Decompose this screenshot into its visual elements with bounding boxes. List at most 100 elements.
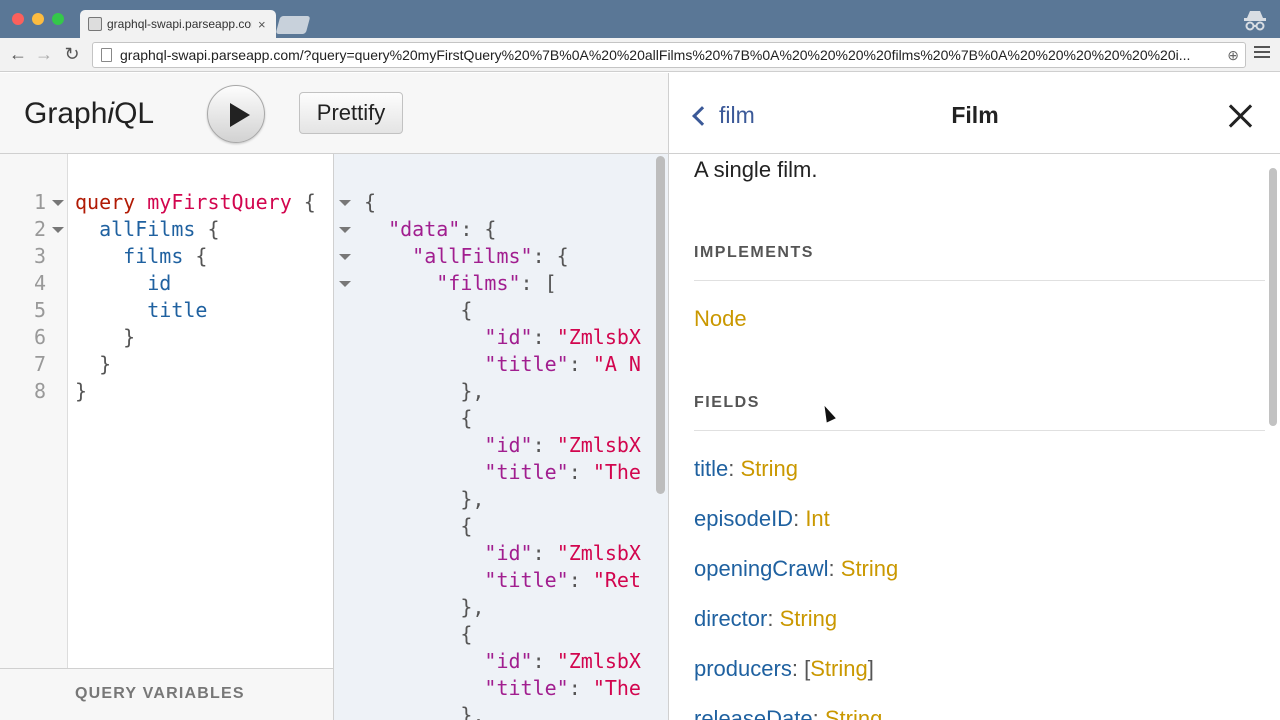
fold-arrow-icon[interactable] [339, 227, 351, 233]
code-text: "id": "ZmlsbX [364, 432, 641, 459]
fold-arrow-icon[interactable] [339, 254, 351, 260]
line-number: 1 [33, 190, 46, 214]
field-name-link[interactable]: producers [694, 656, 792, 681]
code-token: id [147, 271, 172, 295]
field-type-link[interactable]: String [841, 556, 898, 581]
field-item: releaseDate: String [694, 706, 882, 720]
code-text: query myFirstQuery { [75, 189, 316, 216]
result-viewer[interactable]: { "data": { "allFilms": { "films": [ { "… [334, 154, 668, 720]
code-text: "allFilms": { [364, 243, 569, 270]
back-arrow-icon[interactable]: ← [8, 44, 28, 65]
divider [694, 430, 1265, 431]
code-token: { [364, 514, 473, 538]
code-token: { [183, 244, 208, 268]
query-variables-bar[interactable]: QUERY VARIABLES [0, 668, 333, 720]
code-text: } [75, 378, 87, 405]
code-token: : { [460, 217, 497, 241]
type-description: A single film. [694, 157, 818, 182]
code-token: "A N [592, 352, 641, 376]
url-text[interactable]: graphql-swapi.parseapp.com/?query=query%… [120, 47, 1215, 63]
field-colon: : [812, 706, 825, 720]
field-name-link[interactable]: episodeID [694, 506, 793, 531]
code-text: "id": "ZmlsbX [364, 324, 641, 351]
code-token: { [291, 190, 316, 214]
code-token: "ZmlsbX [556, 325, 641, 349]
fold-arrow-icon[interactable] [52, 200, 64, 206]
fold-arrow-icon[interactable] [52, 227, 64, 233]
fold-arrow-icon[interactable] [339, 200, 351, 206]
browser-tab[interactable]: graphql-swapi.parseapp.com × [80, 10, 276, 38]
minimize-window-button[interactable] [32, 13, 44, 25]
code-token: : [532, 541, 557, 565]
code-token: "id" [484, 541, 533, 565]
code-text: } [75, 324, 135, 351]
prettify-button[interactable]: Prettify [299, 92, 403, 134]
forward-arrow-icon[interactable]: → [34, 44, 54, 65]
divider [694, 280, 1265, 281]
code-token: "id" [484, 325, 533, 349]
code-token: { [364, 622, 473, 646]
code-token: : { [532, 244, 569, 268]
implements-link-node[interactable]: Node [694, 306, 747, 332]
close-icon[interactable] [1227, 103, 1253, 129]
doc-scrollbar[interactable] [1269, 168, 1277, 426]
code-token: allFilms [99, 217, 196, 241]
field-type-link[interactable]: String [825, 706, 882, 720]
tab-close-icon[interactable]: × [258, 17, 266, 32]
code-text: "title": "A N [364, 351, 641, 378]
favicon-icon [88, 17, 102, 31]
code-token: "data" [388, 217, 461, 241]
execute-query-button[interactable] [207, 85, 265, 143]
code-text: }, [364, 378, 484, 405]
query-editor[interactable]: 1 query myFirstQuery {2 allFilms {3 films… [0, 154, 334, 720]
line-number: 5 [33, 298, 46, 322]
implements-heading: IMPLEMENTS [694, 244, 814, 261]
field-name-link[interactable]: title [694, 456, 728, 481]
code-text: title [75, 297, 207, 324]
doc-back-button[interactable]: film [691, 102, 755, 129]
result-scrollbar[interactable] [656, 156, 665, 494]
field-item: producers: [String] [694, 656, 874, 682]
code-token: { [195, 217, 220, 241]
code-token: }, [364, 487, 485, 511]
tab-title: graphql-swapi.parseapp.com [107, 17, 252, 31]
code-token: : [532, 649, 557, 673]
field-colon: : [791, 656, 805, 681]
code-token: : [532, 433, 557, 457]
new-tab-button[interactable] [275, 16, 311, 34]
code-token: : [ [520, 271, 557, 295]
browser-menu-icon[interactable] [1254, 46, 1270, 60]
field-name-link[interactable]: releaseDate [694, 706, 813, 720]
address-bar[interactable]: graphql-swapi.parseapp.com/?query=query%… [92, 42, 1246, 68]
reload-icon[interactable]: ↻ [62, 44, 82, 65]
fields-heading: FIELDS [694, 394, 760, 411]
field-name-link[interactable]: director [694, 606, 767, 631]
code-text: id [75, 270, 171, 297]
field-name-link[interactable]: openingCrawl [694, 556, 829, 581]
line-number: 4 [33, 271, 46, 295]
graphiql-logo: GraphiQL [24, 97, 155, 130]
fold-arrow-icon[interactable] [339, 281, 351, 287]
close-window-button[interactable] [12, 13, 24, 25]
graphiql-app: GraphiQL Prettify 1 query myFirstQuery {2… [0, 73, 668, 720]
code-text: { [364, 405, 472, 432]
field-item: episodeID: Int [694, 506, 830, 532]
field-type-link[interactable]: String [810, 656, 867, 681]
field-type-link[interactable]: String [780, 606, 837, 631]
code-text: { [364, 513, 472, 540]
field-type-link[interactable]: Int [805, 506, 829, 531]
zoom-icon[interactable]: ⊕ [1227, 47, 1239, 64]
field-colon: : [728, 456, 741, 481]
field-item: title: String [694, 456, 798, 482]
maximize-window-button[interactable] [52, 13, 64, 25]
code-token: "The [592, 460, 641, 484]
field-type-link[interactable]: String [740, 456, 797, 481]
